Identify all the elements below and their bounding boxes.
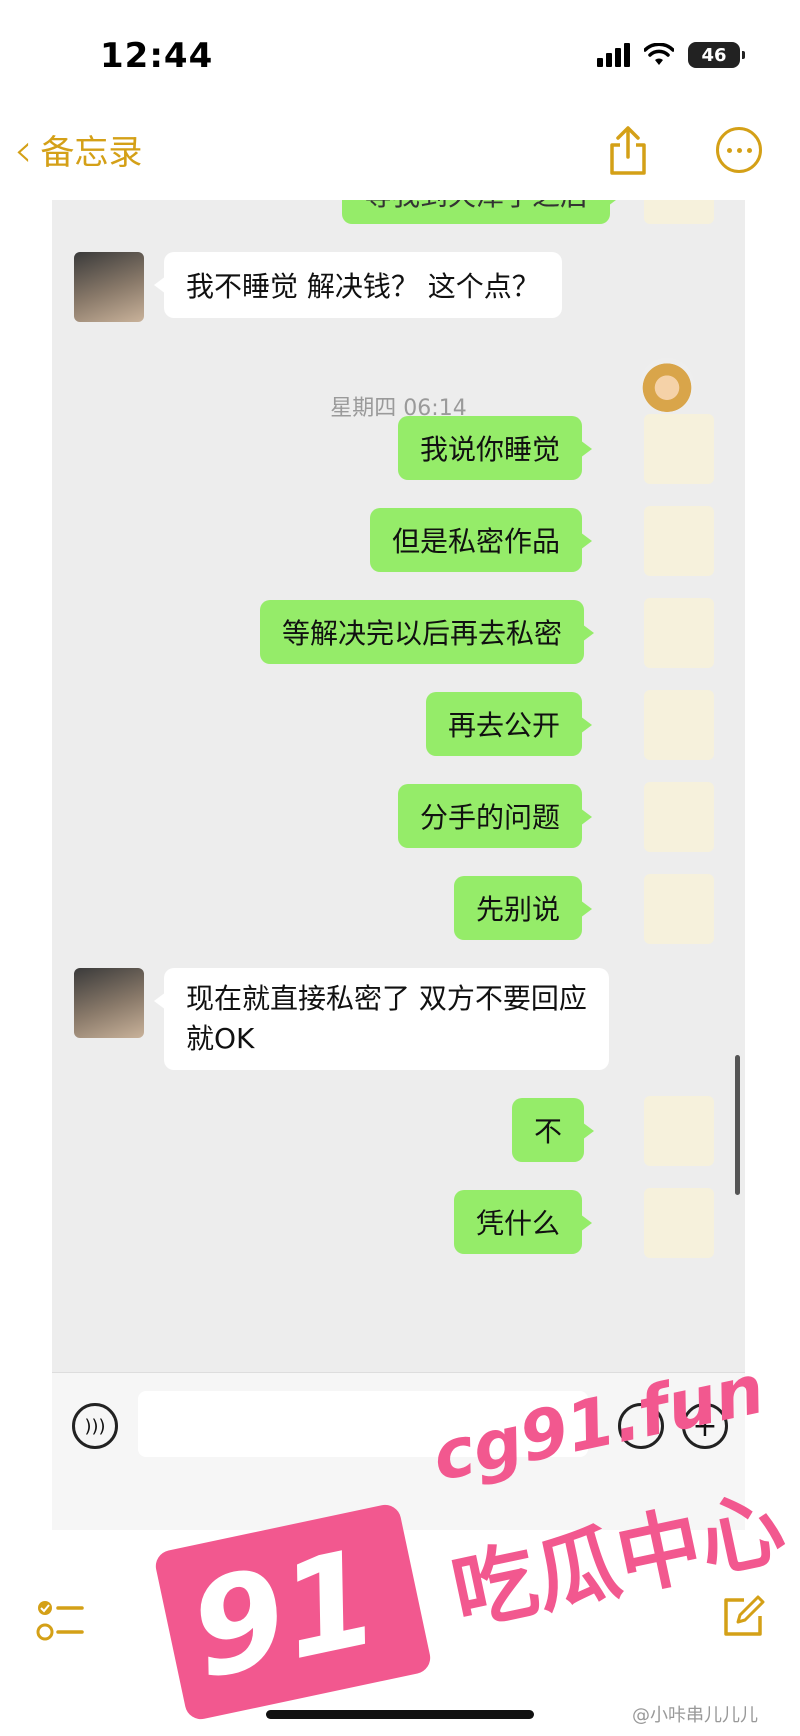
message-bubble-incoming: 我不睡觉 解决钱？ 这个点？ — [154, 252, 562, 318]
message-bubble-incoming: 现在就直接私密了 双方不要回应 就OK — [154, 968, 609, 1070]
voice-icon[interactable]: ))) — [72, 1403, 118, 1449]
status-time: 12:44 — [100, 36, 214, 76]
my-avatar — [644, 782, 714, 852]
my-avatar — [644, 598, 714, 668]
watermark-logo: 91 — [152, 1501, 434, 1723]
my-avatar — [644, 690, 714, 760]
my-avatar — [644, 874, 714, 944]
scrollbar[interactable] — [735, 1055, 740, 1195]
message-bubble-outgoing: 我说你睡觉 — [398, 416, 593, 480]
back-button[interactable]: ‹ 备忘录 — [14, 125, 142, 174]
my-avatar — [644, 1188, 714, 1258]
notes-nav-bar: ‹ 备忘录 — [0, 115, 800, 185]
message-bubble-outgoing: 再去公开 — [426, 692, 593, 756]
chevron-left-icon: ‹ — [14, 122, 33, 177]
contact-avatar — [74, 252, 144, 322]
compose-icon[interactable] — [720, 1594, 766, 1640]
message-bubble-outgoing: 先别说 — [454, 876, 593, 940]
checklist-icon[interactable] — [36, 1596, 86, 1646]
my-avatar — [644, 1096, 714, 1166]
my-avatar — [644, 200, 714, 224]
home-indicator — [266, 1710, 534, 1719]
status-icons: 46 — [597, 42, 745, 68]
my-avatar — [644, 506, 714, 576]
chat-screenshot: 等我到天津了之后 我不睡觉 解决钱？ 这个点？ 星期四 06:14 我说你睡觉 … — [52, 200, 745, 1530]
battery-icon: 46 — [688, 42, 745, 68]
message-bubble-outgoing: 不 — [512, 1098, 595, 1162]
share-icon[interactable] — [606, 125, 650, 177]
credit-text: @小咔串儿儿儿 — [632, 1705, 758, 1726]
message-bubble-partial: 等我到天津了之后 — [342, 200, 621, 224]
message-bubble-outgoing: 凭什么 — [454, 1190, 593, 1254]
back-label: 备忘录 — [40, 133, 143, 173]
message-bubble-outgoing: 分手的问题 — [398, 784, 593, 848]
signal-icon — [597, 43, 630, 67]
wifi-icon — [644, 43, 674, 65]
message-bubble-outgoing: 但是私密作品 — [370, 508, 593, 572]
message-bubble-outgoing: 等解决完以后再去私密 — [260, 600, 595, 664]
sticker-avatar — [640, 358, 694, 412]
contact-avatar — [74, 968, 144, 1038]
my-avatar — [644, 414, 714, 484]
more-icon[interactable] — [716, 127, 762, 173]
